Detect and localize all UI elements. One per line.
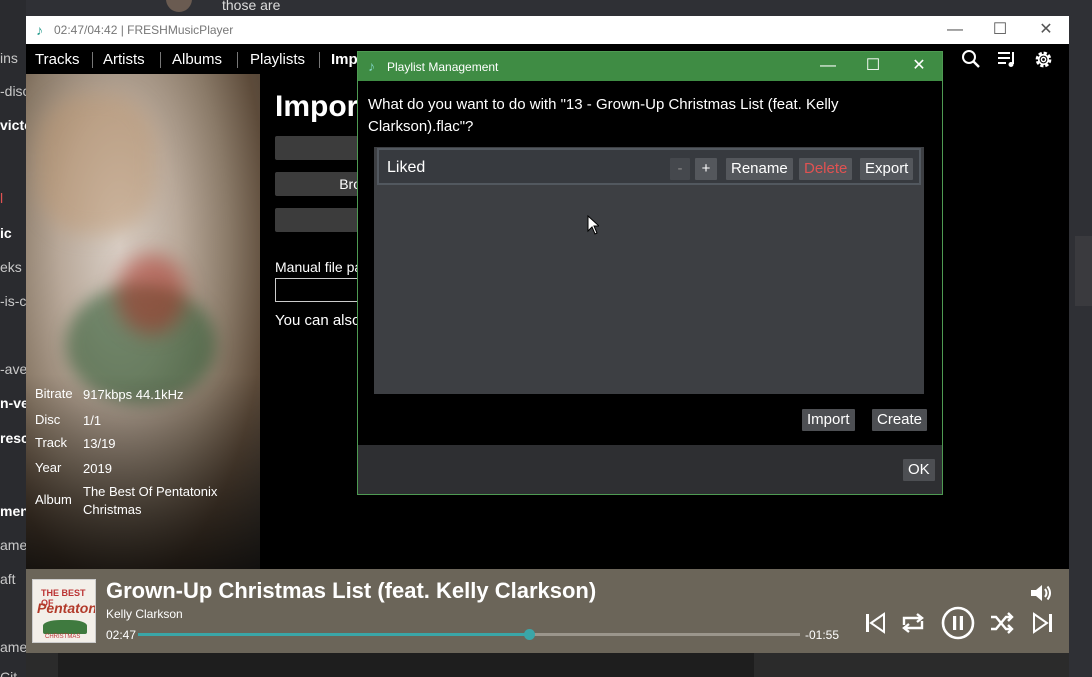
pause-icon[interactable] — [940, 605, 976, 641]
mouse-cursor-icon — [587, 215, 599, 235]
settings-gear-icon[interactable] — [1033, 49, 1054, 76]
year-label: Year — [35, 460, 62, 475]
album-label: Album — [35, 492, 72, 507]
track-title: Grown-Up Christmas List (feat. Kelly Cla… — [106, 578, 597, 603]
bg-fragment: ic — [0, 225, 12, 241]
tab-tracks[interactable]: Tracks — [35, 51, 79, 68]
page-title: Impor — [275, 90, 359, 123]
background-right — [1069, 16, 1092, 677]
bg-fragment: resc — [0, 430, 26, 446]
chat-message: those are — [222, 0, 281, 13]
progress-knob[interactable] — [523, 629, 535, 640]
repeat-icon[interactable] — [897, 607, 929, 639]
bg-fragment: victo — [0, 117, 26, 133]
now-playing-bar: THE BEST OF Pentatonix CHRISTMAS Grown-U… — [26, 569, 1069, 653]
bg-fragment: ame — [0, 537, 26, 553]
minimize-button[interactable]: — — [935, 20, 975, 40]
bg-fragment: men — [0, 503, 26, 519]
bg-fragment: Cit — [0, 669, 18, 677]
manual-path-label: Manual file pa — [275, 259, 363, 275]
tab-artists[interactable]: Artists — [103, 51, 145, 68]
dialog-minimize-button[interactable]: — — [813, 56, 843, 76]
playlist-name: Liked — [387, 159, 426, 176]
background-bottom — [26, 652, 1069, 677]
playlist-item-liked[interactable]: Liked - + Rename Delete Export — [377, 148, 921, 185]
background-sidebar: ins -disc victo l ic eks -is-c -ave n-ve… — [0, 0, 26, 677]
next-icon[interactable] — [1027, 607, 1059, 639]
tab-albums[interactable]: Albums — [172, 51, 222, 68]
bg-fragment: ame — [0, 639, 26, 655]
music-note-icon: ♪ — [368, 58, 375, 74]
dialog-footer: OK — [358, 445, 942, 494]
now-playing-cover[interactable]: THE BEST OF Pentatonix CHRISTMAS — [32, 579, 96, 643]
disc-value: 1/1 — [83, 413, 102, 428]
search-icon[interactable] — [961, 49, 981, 75]
avatar — [166, 0, 192, 12]
bitrate-label: Bitrate — [35, 386, 73, 401]
music-note-icon: ♪ — [36, 22, 43, 38]
bg-fragment: eks — [0, 259, 22, 275]
bg-fragment: -is-c — [0, 293, 26, 309]
bg-fragment: aft — [0, 571, 16, 587]
create-playlist-button[interactable]: Create — [872, 409, 928, 431]
import-note: You can also — [275, 312, 361, 329]
import-action-button[interactable] — [275, 136, 365, 160]
close-button[interactable]: ✕ — [1026, 20, 1066, 40]
bg-fragment: ins — [0, 50, 18, 66]
add-to-playlist-button[interactable]: + — [695, 158, 717, 180]
remaining-time: -01:55 — [805, 628, 840, 642]
export-playlist-button[interactable]: Export — [860, 158, 914, 180]
volume-icon[interactable] — [1029, 582, 1057, 606]
dialog-close-button[interactable]: ✕ — [904, 56, 934, 76]
dialog-titlebar[interactable]: ♪ Playlist Management — ☐ ✕ — [358, 52, 942, 81]
elapsed-time: 02:47 — [106, 628, 137, 642]
album-art-panel: Bitrate 917kbps 44.1kHz Disc 1/1 Track 1… — [26, 74, 260, 569]
dialog-title: Playlist Management — [387, 60, 499, 74]
previous-icon[interactable] — [859, 607, 891, 639]
remove-from-playlist-button[interactable]: - — [670, 158, 690, 180]
window-titlebar[interactable]: ♪ 02:47/04:42 | FRESHMusicPlayer — ☐ ✕ — [26, 16, 1069, 44]
manual-path-input[interactable] — [275, 278, 365, 302]
progress-slider[interactable] — [138, 629, 800, 640]
ok-button[interactable]: OK — [903, 459, 935, 481]
import-playlist-button[interactable]: Import — [802, 409, 855, 431]
bg-fragment: n-ver — [0, 395, 26, 411]
track-artist[interactable]: Kelly Clarkson — [106, 607, 183, 621]
dialog-question: What do you want to do with "13 - Grown-… — [368, 96, 839, 135]
dialog-maximize-button[interactable]: ☐ — [858, 56, 888, 76]
playlist-list: Liked - + Rename Delete Export — [374, 147, 924, 394]
browse-button[interactable]: Bro — [275, 172, 365, 196]
background-chat: those are — [26, 0, 1092, 16]
track-value: 13/19 — [83, 436, 116, 451]
album-value: The Best Of Pentatonix Christmas — [83, 484, 218, 517]
import-folder-button[interactable]: I — [275, 208, 365, 232]
bitrate-value: 917kbps 44.1kHz — [83, 387, 184, 402]
rename-playlist-button[interactable]: Rename — [726, 158, 793, 180]
tab-playlists[interactable]: Playlists — [250, 51, 305, 68]
tab-import[interactable]: Imp — [331, 51, 358, 68]
window-title: 02:47/04:42 | FRESHMusicPlayer — [54, 23, 234, 37]
queue-icon[interactable] — [997, 49, 1017, 75]
shuffle-icon[interactable] — [986, 607, 1018, 639]
delete-playlist-button[interactable]: Delete — [799, 158, 853, 180]
bg-fragment: -ave — [0, 361, 26, 377]
progress-fill — [138, 633, 529, 636]
maximize-button[interactable]: ☐ — [980, 20, 1020, 40]
track-label: Track — [35, 435, 68, 450]
year-value: 2019 — [83, 461, 112, 476]
bg-fragment: -disc — [0, 83, 26, 99]
playlist-management-dialog: ♪ Playlist Management — ☐ ✕ What do you … — [357, 51, 943, 495]
bg-fragment: l — [0, 190, 4, 206]
disc-label: Disc — [35, 412, 61, 427]
